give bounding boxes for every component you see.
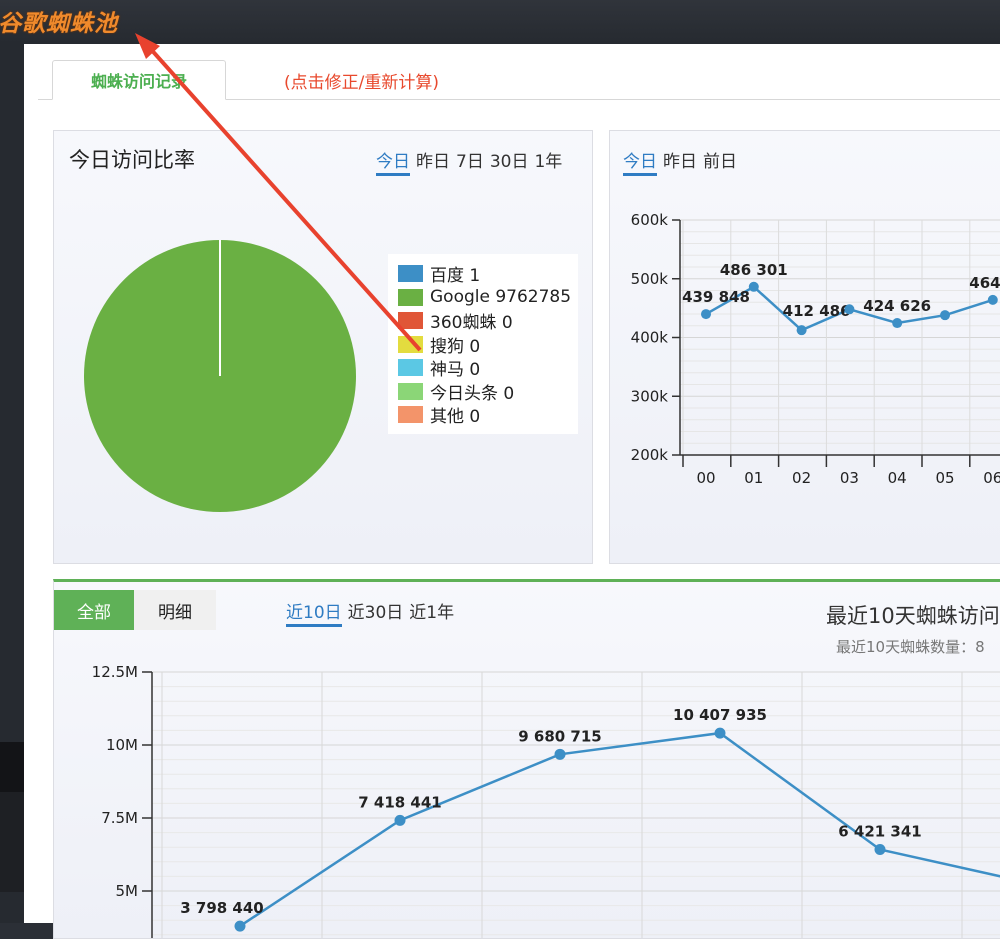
data-point — [892, 318, 902, 328]
legend-label: 百度 1 — [430, 261, 480, 286]
legend-label: Google 9762785 — [430, 287, 571, 307]
data-point — [749, 282, 759, 292]
ratio-range-selector: 今日昨日7日30日1年 — [376, 147, 568, 172]
y-tick-label: 7.5M — [101, 809, 138, 827]
app-title[interactable]: 谷歌蜘蛛池 — [0, 4, 118, 38]
data-point — [395, 815, 406, 826]
legend-swatch — [398, 289, 423, 306]
y-tick-label: 12.5M — [92, 663, 138, 681]
y-tick-label: 5M — [116, 882, 139, 900]
data-point — [555, 749, 566, 760]
data-point — [875, 844, 886, 855]
x-tick-label: 00 — [696, 469, 715, 487]
data-label: 412 486 — [783, 302, 851, 320]
range-1y[interactable]: 1年 — [534, 152, 562, 172]
legend-item[interactable]: 今日头条 0 — [398, 380, 578, 404]
data-label: 424 626 — [863, 297, 931, 315]
data-label: 10 407 935 — [673, 706, 767, 724]
tab-spider-records[interactable]: 蜘蛛访问记录 — [52, 60, 226, 100]
range-yesterday[interactable]: 昨日 — [416, 152, 450, 172]
data-point — [235, 921, 246, 932]
legend-item[interactable]: Google 9762785 — [398, 286, 578, 310]
x-tick-label: 01 — [744, 469, 763, 487]
data-label: 7 418 441 — [358, 793, 442, 811]
x-tick-label: 05 — [935, 469, 954, 487]
ratio-card: 今日访问比率 今日昨日 7日 30日1年 百度 1Google 9762785360… — [53, 130, 593, 564]
x-tick-label: 03 — [840, 469, 859, 487]
top-bar: 谷歌蜘蛛池 — [0, 0, 1000, 44]
range-30d[interactable]: 30日 — [490, 152, 529, 172]
legend-item[interactable]: 360蜘蛛 0 — [398, 309, 578, 333]
trend-card: 全部 明细 近10日近30日近1年 最近10天蜘蛛访问 最近10天蜘蛛数量：8 … — [53, 579, 1000, 939]
data-label: 6 421 341 — [838, 822, 922, 840]
y-tick-label: 300k — [631, 387, 669, 405]
data-point — [844, 304, 854, 314]
range-7d[interactable]: 7日 — [456, 152, 484, 172]
data-point — [715, 728, 726, 739]
legend-item[interactable]: 神马 0 — [398, 356, 578, 380]
x-tick-label: 02 — [792, 469, 811, 487]
recalculate-link[interactable]: (点击修正/重新计算) — [284, 68, 439, 93]
data-label: 464 0 — [969, 274, 1000, 292]
y-tick-label: 500k — [631, 270, 669, 288]
legend-swatch — [398, 265, 423, 282]
hourly-line-chart: 200k 300k 400k 500k 600k 00 01 02 03 04 05 06 439 84… — [610, 131, 1000, 531]
data-point — [940, 310, 950, 320]
ratio-card-title: 今日访问比率 — [69, 144, 195, 174]
left-sidebar-strip — [0, 44, 24, 923]
data-point — [797, 325, 807, 335]
data-label: 439 848 — [682, 288, 750, 306]
legend-swatch — [398, 406, 423, 423]
legend-swatch — [398, 383, 423, 400]
legend-label: 今日头条 0 — [430, 379, 514, 404]
sidebar-band — [0, 792, 24, 892]
sidebar-band — [0, 742, 24, 792]
data-label: 3 798 440 — [180, 899, 264, 917]
legend-item[interactable]: 其他 0 — [398, 403, 578, 427]
data-label: 9 680 715 — [518, 727, 602, 745]
legend-swatch — [398, 312, 423, 329]
legend-label: 其他 0 — [430, 402, 480, 427]
legend-swatch — [398, 336, 423, 353]
y-tick-label: 200k — [631, 446, 669, 464]
legend-label: 搜狗 0 — [430, 332, 480, 357]
y-tick-label: 400k — [631, 329, 669, 347]
pie-legend: 百度 1Google 9762785360蜘蛛 0搜狗 0神马 0今日头条 0其… — [388, 254, 578, 434]
legend-item[interactable]: 百度 1 — [398, 262, 578, 286]
x-tick-label: 06 — [983, 469, 1000, 487]
legend-swatch — [398, 359, 423, 376]
hourly-card: 今日昨日前日 200k300k400k500k600k0001020304050… — [609, 130, 1000, 564]
trend-line-chart: 5M 7.5M 10M 12.5M 3 798 440 7 418 441 9 680 71… — [54, 582, 1000, 939]
pie-chart — [74, 226, 374, 526]
range-today[interactable]: 今日 — [376, 152, 410, 176]
legend-label: 神马 0 — [430, 355, 480, 380]
y-tick-label: 10M — [106, 736, 138, 754]
data-point — [701, 309, 711, 319]
legend-label: 360蜘蛛 0 — [430, 308, 513, 333]
main-panel: 蜘蛛访问记录 (点击修正/重新计算) 今日访问比率 今日昨日 7日 30日1年 百度… — [24, 44, 1000, 923]
data-label: 486 301 — [720, 261, 788, 279]
y-tick-label: 600k — [631, 211, 669, 229]
data-point — [988, 295, 998, 305]
legend-item[interactable]: 搜狗 0 — [398, 333, 578, 357]
x-tick-label: 04 — [888, 469, 907, 487]
